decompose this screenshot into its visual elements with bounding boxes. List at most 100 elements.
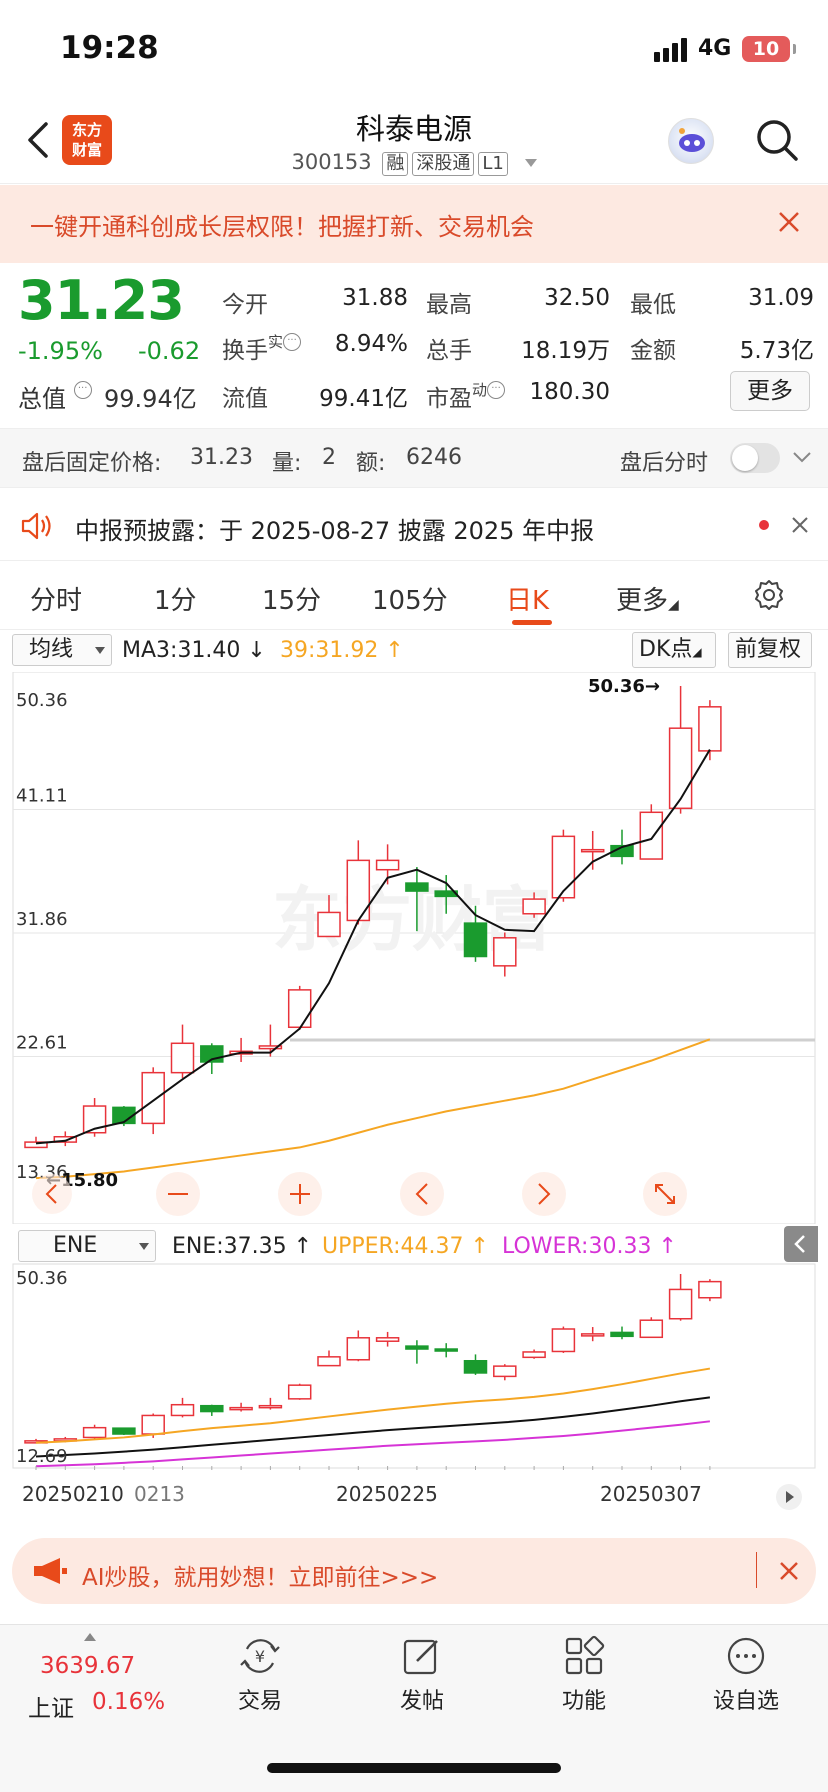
tab-105min[interactable]: 105分 — [372, 580, 448, 617]
date-axis: 20250210 0213 20250225 20250307 — [0, 1470, 828, 1520]
chevron-right-icon[interactable] — [776, 1484, 802, 1510]
volume-label: 总手 — [426, 338, 472, 364]
nav-post[interactable]: 发帖 — [362, 1635, 482, 1735]
sub-indicator-select[interactable]: ENE — [18, 1230, 156, 1262]
change-amount: -0.62 — [138, 337, 201, 365]
dk-point-button[interactable]: DK点◢ — [632, 632, 716, 668]
zoom-in-button[interactable] — [278, 1172, 322, 1216]
chevron-down-icon[interactable] — [792, 447, 812, 467]
network-label: 4G — [698, 36, 732, 61]
promo-text[interactable]: 一键开通科创成长层权限！把握打新、交易机会 — [30, 207, 534, 242]
low-label: 最低 — [630, 292, 676, 318]
after-hours-row: 盘后固定价格: 31.23 量: 2 额: 6246 盘后分时 — [0, 428, 828, 488]
search-icon[interactable] — [754, 117, 800, 163]
ene-value: ENE:37.35 ↑ — [172, 1234, 313, 1259]
nav-functions[interactable]: 功能 — [524, 1635, 644, 1735]
index-change: 0.16% — [92, 1689, 166, 1715]
y-tick-label: 22.61 — [16, 1033, 68, 1054]
close-icon[interactable] — [776, 209, 802, 235]
turnover-value: 8.94% — [334, 331, 408, 357]
amount-value: 5.73亿 — [739, 338, 814, 364]
more-button[interactable]: 更多 — [730, 371, 810, 411]
signal-icon — [654, 38, 687, 62]
close-icon[interactable] — [790, 515, 810, 535]
side-panel-toggle[interactable] — [784, 1226, 818, 1262]
quote-block: 31.23 -1.95% -0.62 总值 ··· 99.94亿 今开 31.8… — [0, 263, 828, 428]
margin-tag: 融 — [382, 152, 409, 176]
ene-candle — [698, 1279, 722, 1302]
gear-icon[interactable] — [752, 578, 786, 612]
y-tick-label: 31.86 — [16, 909, 68, 930]
ene-header: ENE ENE:37.35 ↑ UPPER:44.37 ↑ LOWER:30.3… — [0, 1226, 828, 1266]
promo-banner[interactable]: 一键开通科创成长层权限！把握打新、交易机会 — [0, 185, 828, 263]
up-arrow-icon: ↑ — [293, 1234, 313, 1259]
tab-intraday[interactable]: 分时 — [30, 580, 82, 617]
edit-icon — [403, 1639, 438, 1675]
svg-text:¥: ¥ — [255, 1647, 265, 1666]
last-price: 31.23 — [18, 269, 185, 332]
ai-banner[interactable]: AI炒股，就用妙想！立即前往>>> — [12, 1538, 816, 1604]
open-value: 31.88 — [342, 285, 408, 311]
dropdown-icon — [139, 1243, 149, 1250]
market-cap-label: 总值 ··· — [18, 379, 92, 414]
float-cap-value: 99.41亿 — [319, 386, 408, 412]
chart-header: 均线 MA3:31.40 ↓ 39:31.92 ↑ DK点◢ 前复权 — [0, 630, 828, 672]
info-icon[interactable]: ··· — [73, 381, 92, 399]
candlestick-chart[interactable]: 东方财富 50.3641.1131.8622.6113.36 50.36→←15… — [0, 672, 828, 1224]
tab-more[interactable]: 更多◢ — [616, 580, 679, 617]
after-hours-toggle-label: 盘后分时 — [620, 451, 709, 476]
scroll-start-button[interactable] — [32, 1174, 72, 1214]
low-value: 31.09 — [748, 285, 814, 311]
fullscreen-button[interactable] — [643, 1172, 687, 1216]
after-hours-price: 31.23 — [190, 445, 253, 470]
ene-candle — [112, 1427, 136, 1435]
after-hours-amt-label: 额: — [356, 451, 386, 476]
date-label: 20250307 — [600, 1482, 702, 1506]
scroll-right-button[interactable] — [522, 1172, 566, 1216]
tab-15min[interactable]: 15分 — [262, 580, 321, 617]
tab-daily-k[interactable]: 日K — [506, 580, 549, 617]
high-marker: 50.36→ — [588, 676, 660, 697]
zoom-out-button[interactable] — [156, 1172, 200, 1216]
level-tag: L1 — [478, 152, 508, 176]
divider — [756, 1552, 757, 1588]
dropdown-corner-icon: ◢ — [668, 597, 679, 613]
y-tick-label: 41.11 — [16, 786, 68, 807]
status-time: 19:28 — [60, 30, 159, 66]
index-name: 上证 — [28, 1696, 74, 1722]
indicator-select[interactable]: 均线 — [12, 634, 112, 666]
up-arrow-icon: ↑ — [470, 1234, 489, 1259]
announcement-row[interactable]: 中报预披露：于 2025-08-27 披露 2025 年中报 — [0, 489, 828, 561]
price-adjust-button[interactable]: 前复权 — [728, 632, 812, 668]
nav-trade[interactable]: ¥ 交易 — [200, 1635, 320, 1735]
battery-icon: 10 — [742, 36, 796, 62]
close-icon[interactable] — [778, 1560, 800, 1582]
date-label: 20250210 — [22, 1482, 124, 1506]
up-triangle-icon — [84, 1633, 96, 1641]
ene-chart[interactable]: 50.36 12.69 — [0, 1262, 828, 1470]
open-label: 今开 — [222, 292, 268, 318]
pe-label: 市盈动 ··· — [426, 379, 506, 413]
home-indicator — [267, 1763, 561, 1773]
ma3-label: MA3:31.40 ↓ — [122, 638, 266, 663]
ai-banner-text[interactable]: AI炒股，就用妙想！立即前往>>> — [82, 1558, 438, 1592]
after-hours-toggle[interactable] — [730, 443, 780, 473]
volume-value: 18.19万 — [521, 338, 610, 364]
grid-icon — [565, 1635, 605, 1675]
period-tabs: 分时 1分 15分 105分 日K 更多◢ — [0, 562, 828, 630]
high-value: 32.50 — [544, 285, 610, 311]
announcement-text[interactable]: 中报预披露：于 2025-08-27 披露 2025 年中报 — [75, 511, 594, 546]
dropdown-icon — [95, 647, 105, 654]
tab-1min[interactable]: 1分 — [154, 580, 197, 617]
change-percent: -1.95% — [18, 337, 103, 365]
unread-dot — [759, 520, 769, 530]
nav-customize[interactable]: 设自选 — [686, 1635, 806, 1735]
chevron-down-icon[interactable] — [524, 159, 537, 167]
status-bar: 19:28 4G 10 — [0, 0, 828, 100]
more-dots-icon — [727, 1637, 765, 1675]
trade-icon: ¥ — [240, 1639, 280, 1673]
ai-assistant-icon[interactable] — [668, 118, 714, 164]
info-icon[interactable]: ··· — [283, 333, 302, 351]
ene-lower: LOWER:30.33 ↑ — [502, 1234, 677, 1259]
scroll-left-button[interactable] — [400, 1172, 444, 1216]
